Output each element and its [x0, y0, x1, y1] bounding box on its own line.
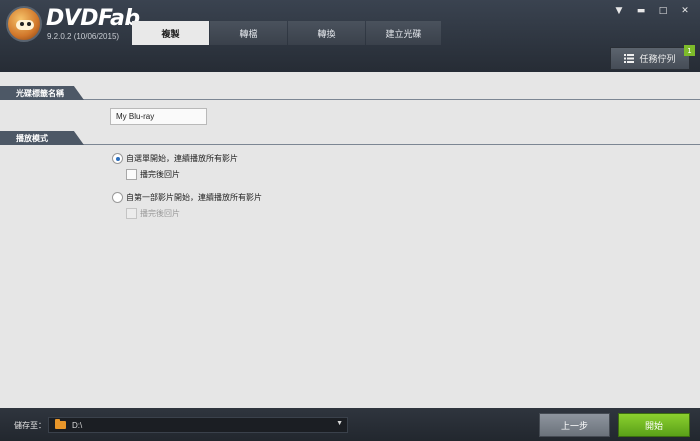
section-title-disc-label: 光碟標籤名稱: [0, 86, 84, 100]
return-after-play-option-1[interactable]: 播完後回片: [126, 169, 180, 180]
tab-ripper[interactable]: 轉檔: [210, 21, 287, 45]
task-queue-label: 任務佇列: [639, 55, 676, 65]
main-content: 光碟標籤名稱 My Blu-ray 播放模式 自選單開始，連續播放所有影片 播完…: [0, 72, 700, 408]
title-bar: DVDFab 9.2.0.2 (10/06/2015) 複製 轉檔 轉換 建立光…: [0, 0, 700, 72]
return-after-play-label-1: 播完後回片: [140, 170, 180, 179]
close-icon[interactable]: ✕: [678, 5, 692, 17]
play-mode-option-menu-label: 自選單開始，連續播放所有影片: [126, 154, 238, 163]
tab-creator[interactable]: 建立光碟: [366, 21, 441, 45]
app-version: 9.2.0.2 (10/06/2015): [47, 32, 120, 41]
tab-copy[interactable]: 複製: [132, 21, 209, 45]
tab-converter[interactable]: 轉換: [288, 21, 365, 45]
window-controls: ▼ ▬ □ ✕: [612, 5, 692, 17]
play-mode-option-first-title-label: 自第一部影片開始，連續播放所有影片: [126, 193, 262, 202]
disc-label-input[interactable]: My Blu-ray: [110, 108, 207, 125]
section-title-play-mode: 播放模式: [0, 131, 84, 145]
play-mode-option-first-title[interactable]: 自第一部影片開始，連續播放所有影片: [112, 192, 262, 203]
bottom-bar: 儲存至： D:\ ▼ 上一步 開始: [0, 408, 700, 441]
save-path-select[interactable]: D:\ ▼: [48, 417, 348, 433]
checkbox-return-after-play-1[interactable]: [126, 169, 137, 180]
task-queue-button[interactable]: 任務佇列: [610, 47, 690, 70]
return-after-play-option-2: 播完後回片: [126, 208, 180, 219]
maximize-icon[interactable]: □: [656, 5, 670, 17]
chevron-down-icon[interactable]: ▼: [336, 420, 343, 427]
save-path-value: D:\: [72, 420, 83, 430]
start-button[interactable]: 開始: [618, 413, 690, 437]
disc-label-section: 光碟標籤名稱: [0, 86, 700, 100]
list-icon: [624, 54, 635, 63]
radio-first-title-start[interactable]: [112, 192, 123, 203]
save-to-label: 儲存至：: [14, 421, 46, 430]
dropdown-menu-icon[interactable]: ▼: [612, 5, 626, 17]
task-queue-count-badge: 1: [684, 45, 695, 56]
checkbox-return-after-play-2: [126, 208, 137, 219]
main-tabs: 複製 轉檔 轉換 建立光碟: [132, 21, 442, 45]
app-brand: DVDFab: [46, 6, 140, 31]
play-mode-section: 播放模式: [0, 131, 700, 145]
play-mode-option-menu[interactable]: 自選單開始，連續播放所有影片: [112, 153, 238, 164]
folder-icon: [55, 419, 66, 429]
previous-button[interactable]: 上一步: [539, 413, 610, 437]
return-after-play-label-2: 播完後回片: [140, 209, 180, 218]
radio-menu-start[interactable]: [112, 153, 123, 164]
app-logo-icon: [6, 6, 46, 46]
minimize-icon[interactable]: ▬: [634, 5, 648, 17]
